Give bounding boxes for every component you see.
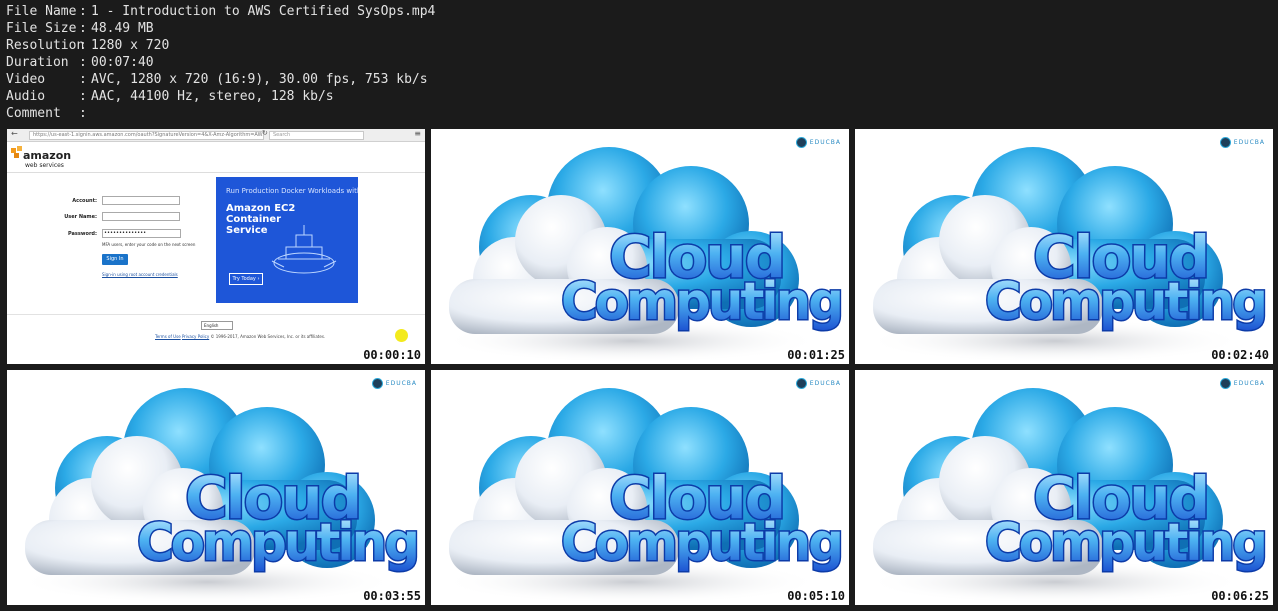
cursor-highlight	[395, 329, 408, 342]
aws-logo-subtitle: web services	[25, 162, 64, 169]
info-key: Video	[6, 72, 46, 87]
info-key: Comment	[6, 106, 61, 121]
info-value: AAC, 44100 Hz, stereo, 128 kb/s	[91, 89, 334, 104]
reload-icon: ↻	[262, 129, 268, 137]
educba-wordmark: EDUCBA	[385, 380, 417, 387]
info-value: 00:07:40	[91, 55, 154, 70]
educba-mark-icon	[795, 378, 807, 389]
educba-logo: EDUCBA	[1219, 137, 1265, 148]
browser-search-box: Search	[269, 131, 364, 140]
cloud-computing-graphic: Cloud Computing	[865, 147, 1270, 363]
computing-word: Computing	[985, 513, 1265, 573]
educba-logo: EDUCBA	[371, 378, 417, 389]
footer-divider	[7, 314, 425, 315]
language-select[interactable]: English	[201, 321, 233, 330]
cloud-computing-graphic: Cloud Computing	[865, 388, 1270, 604]
computing-word: Computing	[137, 513, 417, 573]
thumbnail-cloud[interactable]: Cloud Computing EDUCBA 00:02:40	[855, 129, 1273, 364]
ecs-promo-banner[interactable]: Run Production Docker Workloads with Ama…	[216, 177, 358, 303]
mfa-note: MFA users, enter your code on the next s…	[102, 242, 196, 247]
header-divider	[7, 172, 425, 173]
cloud-computing-graphic: Cloud Computing	[17, 388, 422, 604]
info-value: 1 - Introduction to AWS Certified SysOps…	[91, 4, 436, 19]
info-key: Audio	[6, 89, 46, 104]
computing-word: Computing	[561, 513, 841, 573]
educba-logo: EDUCBA	[795, 378, 841, 389]
info-key: Resolution	[6, 38, 85, 53]
cloud-computing-graphic: Cloud Computing	[441, 147, 846, 363]
info-separator: :	[79, 55, 87, 70]
copyright-text: © 1996-2017, Amazon Web Services, Inc. o…	[210, 334, 326, 339]
educba-wordmark: EDUCBA	[809, 139, 841, 146]
username-input[interactable]	[102, 212, 180, 221]
info-row-file-size: File Size : 48.49 MB	[6, 20, 435, 37]
aws-logo-wordmark: amazon	[23, 149, 72, 162]
container-ship-icon	[271, 225, 337, 274]
thumbnail-cloud[interactable]: Cloud Computing EDUCBA 00:01:25	[431, 129, 849, 364]
terms-link[interactable]: Terms of Use	[155, 334, 181, 339]
educba-mark-icon	[1219, 378, 1231, 389]
info-row-duration: Duration : 00:07:40	[6, 54, 435, 71]
try-today-button[interactable]: Try Today ›	[229, 273, 263, 285]
computing-word: Computing	[561, 272, 841, 332]
timestamp: 00:01:25	[787, 348, 845, 362]
aws-logo-cubes-icon	[11, 146, 22, 158]
thumbnail-cloud[interactable]: Cloud Computing EDUCBA 00:03:55	[7, 370, 425, 605]
thumbnail-cloud[interactable]: Cloud Computing EDUCBA 00:06:25	[855, 370, 1273, 605]
info-key: File Name	[6, 4, 77, 19]
educba-mark-icon	[371, 378, 383, 389]
info-row-resolution: Resolution : 1280 x 720	[6, 37, 435, 54]
info-key: File Size	[6, 21, 77, 36]
educba-logo: EDUCBA	[1219, 378, 1265, 389]
educba-wordmark: EDUCBA	[809, 380, 841, 387]
info-row-video: Video : AVC, 1280 x 720 (16:9), 30.00 fp…	[6, 71, 435, 88]
info-separator: :	[79, 106, 87, 121]
sign-in-button[interactable]: Sign In	[102, 254, 128, 265]
info-key: Duration	[6, 55, 69, 70]
info-value: 1280 x 720	[91, 38, 170, 53]
timestamp: 00:02:40	[1211, 348, 1269, 362]
info-row-file-name: File Name : 1 - Introduction to AWS Cert…	[6, 3, 435, 20]
educba-mark-icon	[1219, 137, 1231, 148]
info-row-comment: Comment :	[6, 105, 435, 122]
info-separator: :	[79, 38, 87, 53]
thumbnail-cloud[interactable]: Cloud Computing EDUCBA 00:05:10	[431, 370, 849, 605]
educba-wordmark: EDUCBA	[1233, 380, 1265, 387]
thumbnail-aws-login[interactable]: ← https://us-east-1.signin.aws.amazon.co…	[7, 129, 425, 364]
computing-word: Computing	[985, 272, 1265, 332]
address-bar: https://us-east-1.signin.aws.amazon.com/…	[29, 131, 264, 140]
back-arrow-icon: ←	[11, 129, 18, 138]
educba-mark-icon	[795, 137, 807, 148]
timestamp: 00:00:10	[363, 348, 421, 362]
username-label: User Name:	[64, 214, 97, 220]
info-row-audio: Audio : AAC, 44100 Hz, stereo, 128 kb/s	[6, 88, 435, 105]
root-signin-link[interactable]: Sign-in using root account credentials	[102, 272, 178, 277]
info-value: 48.49 MB	[91, 21, 154, 36]
aws-footer: Terms of Use Privacy Policy © 1996-2017,…	[155, 334, 325, 339]
promo-line: Run Production Docker Workloads with	[226, 187, 358, 195]
file-info-panel: File Name : 1 - Introduction to AWS Cert…	[6, 3, 435, 122]
timestamp: 00:05:10	[787, 589, 845, 603]
cloud-computing-graphic: Cloud Computing	[441, 388, 846, 604]
timestamp: 00:06:25	[1211, 589, 1269, 603]
info-separator: :	[79, 4, 87, 19]
account-label: Account:	[72, 198, 97, 204]
info-separator: :	[79, 89, 87, 104]
info-separator: :	[79, 21, 87, 36]
account-input[interactable]	[102, 196, 180, 205]
info-separator: :	[79, 72, 87, 87]
educba-wordmark: EDUCBA	[1233, 139, 1265, 146]
info-value: AVC, 1280 x 720 (16:9), 30.00 fps, 753 k…	[91, 72, 428, 87]
password-label: Password:	[68, 231, 97, 237]
privacy-link[interactable]: Privacy Policy	[182, 334, 209, 339]
educba-logo: EDUCBA	[795, 137, 841, 148]
menu-icon: ≡	[414, 129, 421, 138]
password-input[interactable]: ••••••••••••••	[102, 229, 181, 238]
timestamp: 00:03:55	[363, 589, 421, 603]
browser-toolbar: ← https://us-east-1.signin.aws.amazon.co…	[7, 129, 425, 142]
